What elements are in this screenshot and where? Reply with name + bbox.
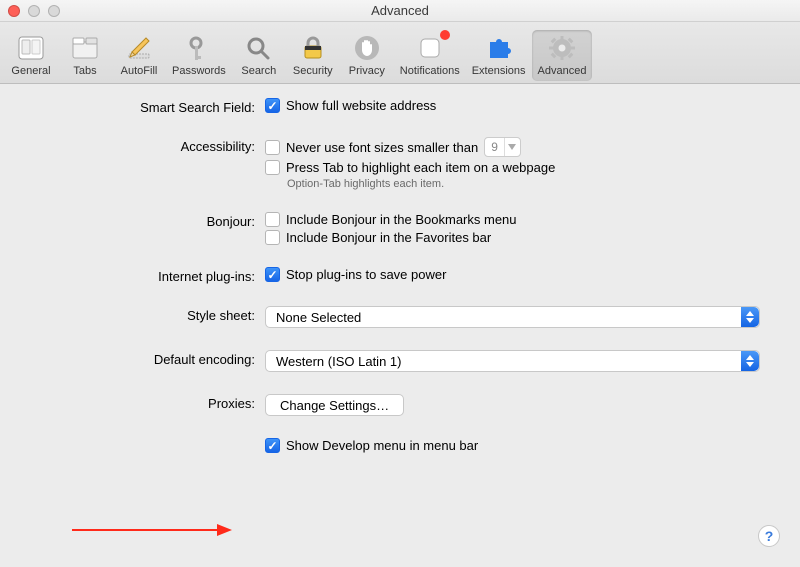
tab-general[interactable]: General — [4, 30, 58, 81]
show-full-url-label: Show full website address — [286, 98, 436, 113]
zoom-window-button[interactable] — [48, 5, 60, 17]
min-font-stepper[interactable]: 9 — [484, 137, 521, 157]
tab-label: General — [11, 65, 50, 77]
press-tab-sublabel: Option-Tab highlights each item. — [287, 178, 760, 190]
tab-security[interactable]: Security — [286, 30, 340, 81]
window-title: Advanced — [0, 3, 800, 18]
accessibility-label: Accessibility: — [40, 137, 265, 154]
press-tab-checkbox[interactable] — [265, 160, 280, 175]
encoding-popup[interactable]: Western (ISO Latin 1) — [265, 350, 760, 372]
stop-plugins-label: Stop plug-ins to save power — [286, 267, 446, 282]
window-controls — [8, 5, 60, 17]
min-font-value: 9 — [485, 140, 504, 154]
tab-privacy[interactable]: Privacy — [340, 30, 394, 81]
proxies-label: Proxies: — [40, 394, 265, 411]
tab-extensions[interactable]: Extensions — [466, 30, 532, 81]
show-full-url-checkbox[interactable] — [265, 98, 280, 113]
bonjour-favorites-checkbox[interactable] — [265, 230, 280, 245]
tab-advanced[interactable]: Advanced — [532, 30, 593, 81]
tab-label: Tabs — [73, 65, 96, 77]
updown-arrows-icon — [741, 351, 759, 371]
bonjour-label: Bonjour: — [40, 212, 265, 229]
develop-spacer — [40, 438, 265, 440]
close-window-button[interactable] — [8, 5, 20, 17]
key-icon — [183, 32, 215, 64]
encoding-label: Default encoding: — [40, 350, 265, 367]
arrow-annotation-icon — [72, 522, 232, 538]
min-font-label: Never use font sizes smaller than — [286, 140, 478, 155]
advanced-panel: Smart Search Field: Show full website ad… — [0, 84, 800, 473]
puzzle-icon — [483, 32, 515, 64]
stop-plugins-checkbox[interactable] — [265, 267, 280, 282]
develop-menu-label: Show Develop menu in menu bar — [286, 438, 478, 453]
min-font-checkbox[interactable] — [265, 140, 280, 155]
develop-menu-checkbox[interactable] — [265, 438, 280, 453]
tab-passwords[interactable]: Passwords — [166, 30, 232, 81]
tab-label: Notifications — [400, 65, 460, 77]
stylesheet-popup[interactable]: None Selected — [265, 306, 760, 328]
minimize-window-button[interactable] — [28, 5, 40, 17]
tab-label: Passwords — [172, 65, 226, 77]
bonjour-favorites-label: Include Bonjour in the Favorites bar — [286, 230, 491, 245]
tab-label: Extensions — [472, 65, 526, 77]
change-settings-label: Change Settings… — [280, 398, 389, 413]
tab-label: Search — [241, 65, 276, 77]
updown-arrows-icon — [741, 307, 759, 327]
badge-dot-icon — [440, 30, 450, 40]
change-settings-button[interactable]: Change Settings… — [265, 394, 404, 416]
stylesheet-label: Style sheet: — [40, 306, 265, 323]
gear-icon — [546, 32, 578, 64]
lock-icon — [297, 32, 329, 64]
help-button[interactable]: ? — [758, 525, 780, 547]
press-tab-label: Press Tab to highlight each item on a we… — [286, 160, 555, 175]
tab-label: AutoFill — [121, 65, 158, 77]
tab-search[interactable]: Search — [232, 30, 286, 81]
preferences-toolbar: General Tabs AutoFill — [0, 22, 800, 84]
chevron-down-icon[interactable] — [504, 138, 520, 156]
tab-label: Advanced — [538, 65, 587, 77]
hand-icon — [351, 32, 383, 64]
titlebar: Advanced — [0, 0, 800, 22]
tab-tabs[interactable]: Tabs — [58, 30, 112, 81]
bonjour-bookmarks-checkbox[interactable] — [265, 212, 280, 227]
switch-icon — [15, 32, 47, 64]
tab-label: Security — [293, 65, 333, 77]
notification-icon — [414, 32, 446, 64]
tab-autofill[interactable]: AutoFill — [112, 30, 166, 81]
magnifier-icon — [243, 32, 275, 64]
tab-label: Privacy — [349, 65, 385, 77]
tab-notifications[interactable]: Notifications — [394, 30, 466, 81]
stylesheet-value: None Selected — [276, 310, 361, 325]
tabs-icon — [69, 32, 101, 64]
encoding-value: Western (ISO Latin 1) — [276, 354, 401, 369]
smart-search-label: Smart Search Field: — [40, 98, 265, 115]
pencil-icon — [123, 32, 155, 64]
bonjour-bookmarks-label: Include Bonjour in the Bookmarks menu — [286, 212, 517, 227]
plugins-label: Internet plug-ins: — [40, 267, 265, 284]
question-mark-icon: ? — [765, 528, 774, 544]
